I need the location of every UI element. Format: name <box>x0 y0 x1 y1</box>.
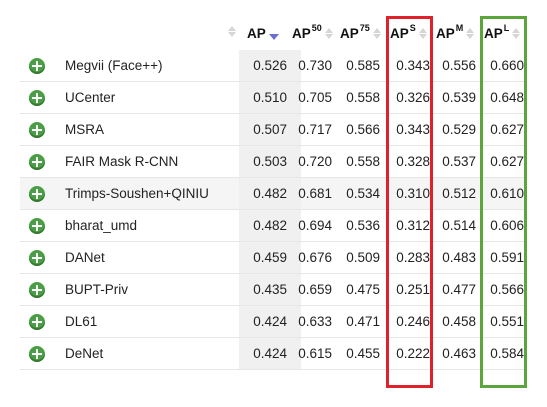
cell-apm: 0.483 <box>442 250 476 265</box>
aps-highlight-box <box>386 16 433 388</box>
cell-ap75: 0.475 <box>346 282 380 297</box>
header-col-ap75[interactable]: AP 75 <box>340 16 381 50</box>
cell-ap: 0.503 <box>253 154 287 169</box>
team-name: DL61 <box>65 314 98 329</box>
cell-apm: 0.529 <box>442 122 476 137</box>
table-row[interactable]: bharat_umd 0.482 0.694 0.536 0.312 0.514 0.606 <box>20 210 527 242</box>
cell-ap: 0.510 <box>253 90 287 105</box>
team-name: DeNet <box>65 346 104 361</box>
sort-icon <box>466 27 475 39</box>
table-row[interactable]: MSRA 0.507 0.717 0.566 0.343 0.529 0.627 <box>20 114 527 146</box>
expand-plus-icon[interactable] <box>29 218 45 234</box>
expand-plus-icon[interactable] <box>29 314 45 330</box>
header-label-sup: M <box>455 23 464 33</box>
cell-ap: 0.435 <box>253 282 287 297</box>
cell-ap: 0.507 <box>253 122 287 137</box>
expand-plus-icon[interactable] <box>29 154 45 170</box>
cell-ap50: 0.681 <box>298 186 332 201</box>
leaderboard-table: AP AP 50 AP 75 AP S AP M AP L Megvii (Face++) 0.526… <box>0 0 547 407</box>
cell-ap: 0.459 <box>253 250 287 265</box>
cell-ap50: 0.720 <box>298 154 332 169</box>
cell-ap75: 0.566 <box>346 122 380 137</box>
header-col-apm[interactable]: AP M <box>436 16 475 50</box>
table-row[interactable]: Trimps-Soushen+QINIU 0.482 0.681 0.534 0.310… <box>20 178 527 210</box>
header-col-ap[interactable]: AP <box>247 16 279 50</box>
expand-plus-icon[interactable] <box>29 250 45 266</box>
cell-ap50: 0.676 <box>298 250 332 265</box>
table-row[interactable]: DeNet 0.424 0.615 0.455 0.222 0.463 0.584 <box>20 338 527 370</box>
expand-plus-icon[interactable] <box>29 186 45 202</box>
table-row[interactable]: UCenter 0.510 0.705 0.558 0.326 0.539 0.648 <box>20 82 527 114</box>
cell-apm: 0.514 <box>442 218 476 233</box>
team-sort-icon[interactable] <box>228 26 236 37</box>
table-row[interactable]: Megvii (Face++) 0.526 0.730 0.585 0.343 0.556… <box>20 50 527 82</box>
cell-apm: 0.512 <box>442 186 476 201</box>
sort-desc-icon <box>268 34 279 40</box>
cell-ap75: 0.536 <box>346 218 380 233</box>
cell-ap: 0.424 <box>253 314 287 329</box>
header-col-ap50[interactable]: AP 50 <box>292 16 333 50</box>
header-label: AP <box>340 25 359 41</box>
expand-plus-icon[interactable] <box>29 90 45 106</box>
cell-ap: 0.526 <box>253 58 287 73</box>
header-label: AP <box>292 25 311 41</box>
cell-ap75: 0.558 <box>346 154 380 169</box>
apl-highlight-box <box>480 16 527 388</box>
team-name: UCenter <box>65 90 116 105</box>
cell-ap50: 0.615 <box>298 346 332 361</box>
table-row[interactable]: BUPT-Priv 0.435 0.659 0.475 0.251 0.477 0.566 <box>20 274 527 306</box>
cell-apm: 0.463 <box>442 346 476 361</box>
cell-ap75: 0.585 <box>346 58 380 73</box>
expand-plus-icon[interactable] <box>29 122 45 138</box>
expand-plus-icon[interactable] <box>29 58 45 74</box>
cell-ap75: 0.558 <box>346 90 380 105</box>
table-row[interactable]: DANet 0.459 0.676 0.509 0.283 0.483 0.591 <box>20 242 527 274</box>
sort-icon <box>324 27 333 39</box>
team-name: MSRA <box>65 122 105 137</box>
team-name: BUPT-Priv <box>65 282 129 297</box>
header-label-sup: 75 <box>359 23 370 33</box>
header-label-sup: 50 <box>311 23 322 33</box>
header-label: AP <box>436 25 455 41</box>
cell-ap50: 0.705 <box>298 90 332 105</box>
expand-plus-icon[interactable] <box>29 346 45 362</box>
table-header: AP AP 50 AP 75 AP S AP M AP L <box>0 16 547 50</box>
table-row[interactable]: FAIR Mask R-CNN 0.503 0.720 0.558 0.328 0.537… <box>20 146 527 178</box>
sort-icon <box>372 27 381 39</box>
cell-apm: 0.458 <box>442 314 476 329</box>
cell-ap50: 0.717 <box>298 122 332 137</box>
team-name: DANet <box>65 250 105 265</box>
team-name: Megvii (Face++) <box>65 58 163 73</box>
row-divider <box>20 369 527 370</box>
cell-ap: 0.424 <box>253 346 287 361</box>
cell-ap50: 0.694 <box>298 218 332 233</box>
cell-ap: 0.482 <box>253 186 287 201</box>
cell-ap: 0.482 <box>253 218 287 233</box>
cell-ap50: 0.730 <box>298 58 332 73</box>
team-name: bharat_umd <box>65 218 138 233</box>
cell-ap75: 0.509 <box>346 250 380 265</box>
cell-apm: 0.556 <box>442 58 476 73</box>
cell-ap75: 0.471 <box>346 314 380 329</box>
table-row[interactable]: DL61 0.424 0.633 0.471 0.246 0.458 0.551 <box>20 306 527 338</box>
cell-apm: 0.477 <box>442 282 476 297</box>
cell-apm: 0.539 <box>442 90 476 105</box>
cell-apm: 0.537 <box>442 154 476 169</box>
cell-ap50: 0.633 <box>298 314 332 329</box>
cell-ap75: 0.534 <box>346 186 380 201</box>
team-name: FAIR Mask R-CNN <box>65 154 179 169</box>
expand-plus-icon[interactable] <box>29 282 45 298</box>
team-name: Trimps-Soushen+QINIU <box>65 186 209 201</box>
cell-ap50: 0.659 <box>298 282 332 297</box>
header-label: AP <box>247 25 266 41</box>
cell-ap75: 0.455 <box>346 346 380 361</box>
